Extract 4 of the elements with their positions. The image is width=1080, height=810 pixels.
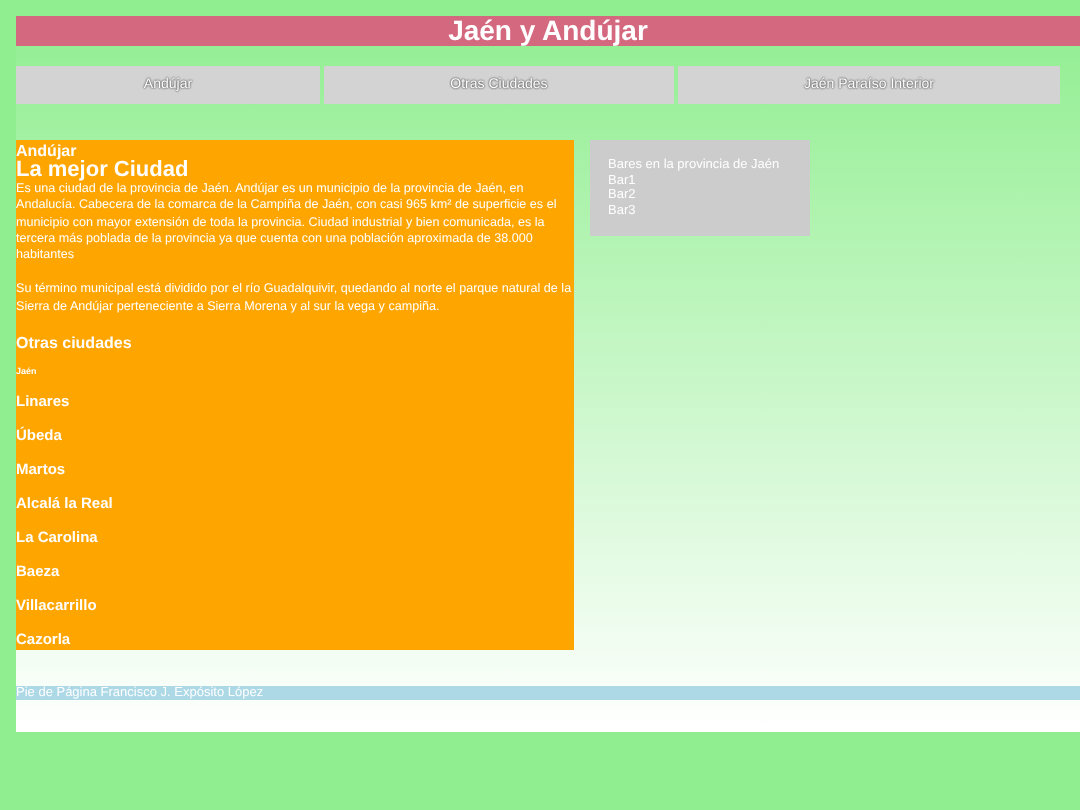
article-heading: La mejor Ciudad xyxy=(16,160,191,182)
section-heading: Otras ciudades xyxy=(16,334,134,353)
article-kicker: Andújar xyxy=(16,142,79,160)
page-title: Jaén y Andújar xyxy=(16,16,1080,46)
